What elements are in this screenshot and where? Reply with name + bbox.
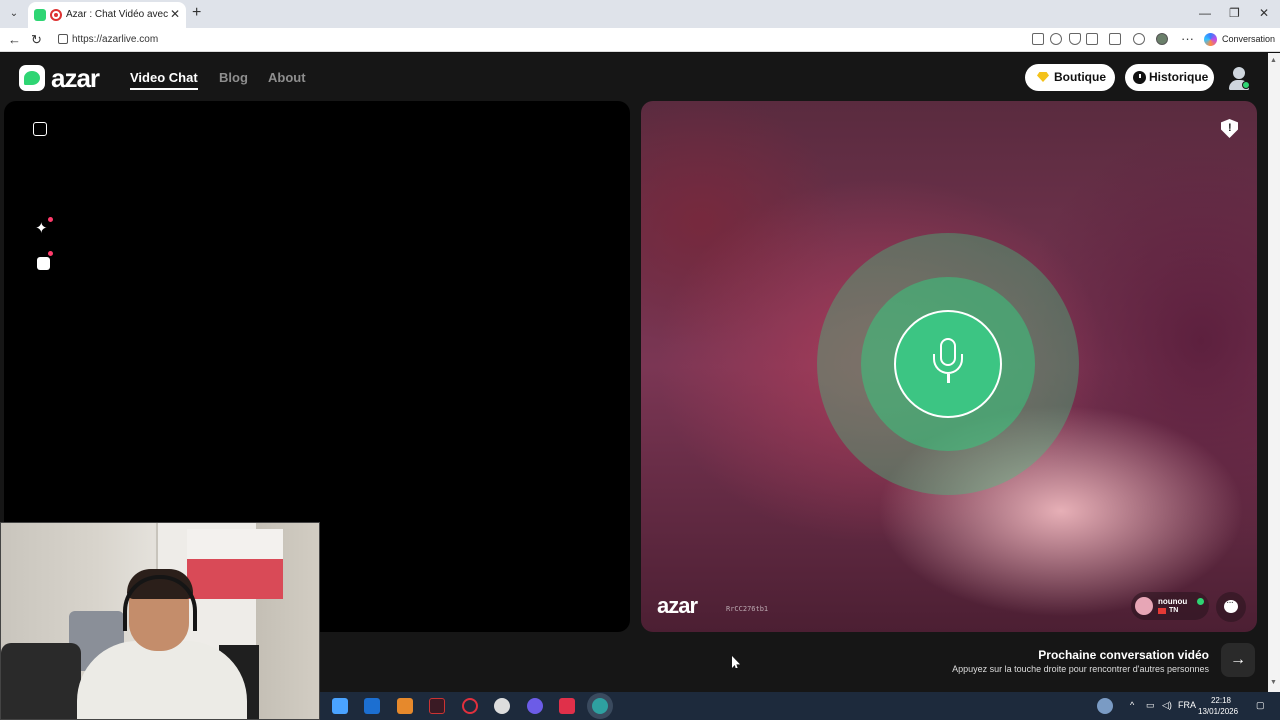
copilot-label: Conversation: [1222, 34, 1276, 44]
notification-icon[interactable]: ▢: [1256, 700, 1265, 711]
next-conversation-hint: Appuyez sur la touche droite pour rencon…: [952, 664, 1209, 674]
favorites-icon[interactable]: [1109, 33, 1121, 45]
gem-icon: [1037, 72, 1049, 82]
history-label: Historique: [1149, 70, 1209, 84]
chat-bubble-icon: [1224, 597, 1238, 613]
copilot-icon: [1204, 33, 1217, 46]
azar-logo-icon[interactable]: [19, 65, 45, 91]
favorite-star-icon[interactable]: [1069, 33, 1081, 45]
close-tab-icon[interactable]: ✕: [170, 7, 180, 21]
back-icon[interactable]: ←: [8, 32, 21, 47]
app-red-icon[interactable]: [559, 698, 575, 714]
address-bar[interactable]: https://azarlive.com: [52, 30, 1202, 50]
windows-taskbar: ^ ▭ ◁) FRA 22:18 13/01/2026 ▢: [320, 692, 1280, 720]
expand-icon[interactable]: [33, 122, 47, 136]
microphone-icon-stem: [947, 374, 950, 383]
shop-label: Boutique: [1054, 70, 1106, 84]
effects-notification-dot: [48, 217, 53, 222]
more-options-icon[interactable]: ···: [1181, 31, 1194, 46]
browser-tabbar: ⌄ Azar : Chat Vidéo avec de nouveaux ami…: [0, 0, 1280, 28]
taskview-icon[interactable]: [332, 698, 348, 714]
language-indicator[interactable]: FRA: [1178, 700, 1196, 710]
face-filter-icon[interactable]: [37, 257, 50, 270]
webcam-person-body: [77, 641, 247, 719]
weather-icon[interactable]: [1097, 698, 1113, 714]
nav-video-chat[interactable]: Video Chat: [130, 70, 198, 85]
volume-icon[interactable]: ◁): [1162, 700, 1172, 711]
site-info-icon[interactable]: [58, 34, 68, 44]
profile-button[interactable]: [1228, 65, 1250, 91]
azar-favicon-icon: [34, 9, 46, 21]
clock-icon: [1133, 71, 1146, 84]
partner-avatar: [1135, 597, 1153, 615]
tab-title: Azar : Chat Vidéo avec de nouveaux amis: [66, 9, 168, 20]
user-icon: [1233, 67, 1245, 79]
network-icon[interactable]: ▭: [1146, 700, 1155, 711]
new-tab-icon[interactable]: +: [192, 4, 201, 22]
opera-icon[interactable]: [462, 698, 478, 714]
app-circle-icon[interactable]: [494, 698, 510, 714]
webcam-flag-white: [187, 529, 283, 561]
partner-name: nounou: [1158, 597, 1188, 606]
shop-button[interactable]: Boutique: [1025, 64, 1115, 91]
tracking-prevention-icon[interactable]: [1050, 33, 1062, 45]
partner-profile-chip[interactable]: nounou TN: [1131, 592, 1209, 620]
match-id: RrCC276tb1: [726, 605, 769, 613]
tab-actions-chevron-icon[interactable]: ⌄: [5, 5, 23, 23]
browser-tab[interactable]: Azar : Chat Vidéo avec de nouveaux amis …: [28, 2, 186, 28]
chat-button[interactable]: [1216, 592, 1246, 622]
edge-icon[interactable]: [592, 698, 608, 714]
recording-icon: [50, 9, 62, 21]
verified-badge-icon: [1197, 598, 1204, 605]
profile-avatar[interactable]: [1156, 33, 1168, 45]
outlook-icon[interactable]: [364, 698, 380, 714]
remote-video-panel: ! azar RrCC276tb1 nounou TN: [641, 101, 1257, 632]
app-available-icon[interactable]: [1032, 33, 1044, 45]
active-nav-underline: [130, 88, 198, 90]
camera-in-use-icon[interactable]: [1086, 33, 1098, 45]
webcam-flag-red: [187, 559, 283, 599]
webcam-chair: [1, 643, 81, 719]
app-chat-icon[interactable]: [527, 698, 543, 714]
effects-sparkle-icon[interactable]: ✦: [35, 221, 48, 236]
valorant-icon[interactable]: [429, 698, 445, 714]
history-button[interactable]: Historique: [1125, 64, 1214, 91]
browser-toolbar: ← ↻ https://azarlive.com ··· Conversatio…: [0, 28, 1280, 52]
clock-date[interactable]: 13/01/2026: [1198, 707, 1238, 716]
history-icon[interactable]: [1133, 33, 1145, 45]
app-a-icon[interactable]: [397, 698, 413, 714]
webcam-overlay: [0, 522, 320, 720]
report-exclamation: !: [1228, 122, 1232, 134]
page-scrollbar[interactable]: ▲ ▼: [1268, 53, 1280, 692]
partner-country: TN: [1169, 607, 1179, 614]
online-status-dot: [1242, 81, 1250, 89]
close-window-icon[interactable]: ✕: [1259, 6, 1269, 20]
minimize-icon[interactable]: —: [1199, 6, 1211, 20]
nav-about[interactable]: About: [268, 70, 306, 85]
next-conversation-title: Prochaine conversation vidéo: [1038, 648, 1209, 662]
scroll-up-icon[interactable]: ▲: [1270, 57, 1277, 64]
clock-time[interactable]: 22:18: [1210, 696, 1232, 705]
azar-logo-text[interactable]: azar: [51, 63, 100, 94]
tunisia-flag-icon: [1158, 608, 1166, 614]
scroll-down-icon[interactable]: ▼: [1270, 679, 1277, 686]
azar-watermark: azar: [657, 593, 698, 618]
nav-blog[interactable]: Blog: [219, 70, 248, 85]
microphone-icon-arc: [933, 354, 963, 374]
filter-notification-dot: [48, 251, 53, 256]
next-arrow-button[interactable]: →: [1221, 643, 1255, 677]
restore-icon[interactable]: ❐: [1229, 6, 1240, 20]
reload-icon[interactable]: ↻: [31, 32, 42, 48]
microphone-button[interactable]: [894, 310, 1002, 418]
tray-chevron-icon[interactable]: ^: [1130, 700, 1134, 710]
url-text: https://azarlive.com: [72, 34, 159, 45]
